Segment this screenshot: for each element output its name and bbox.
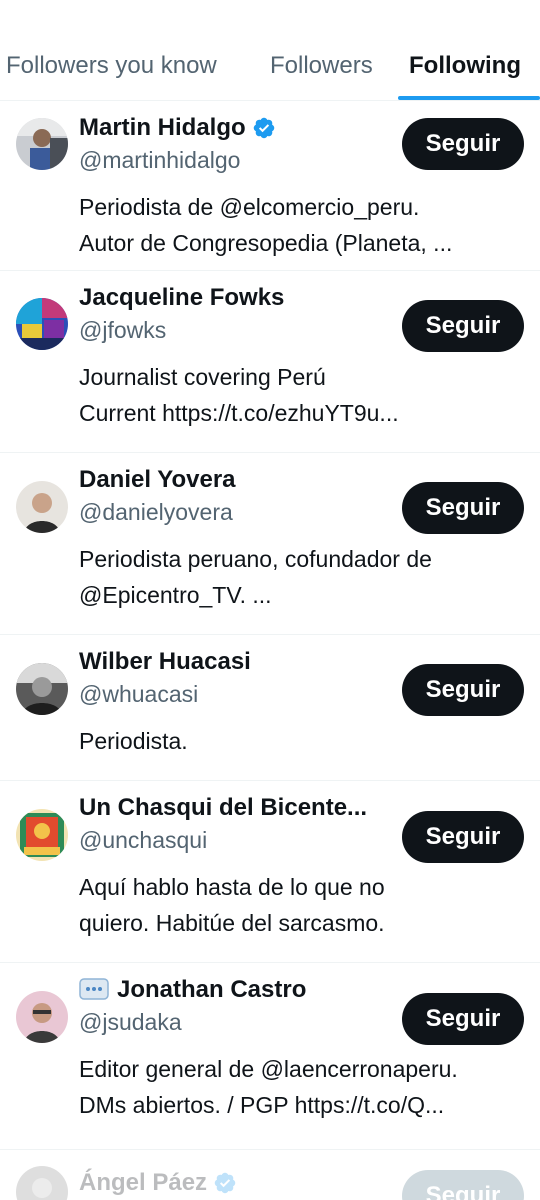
follow-button[interactable]: Seguir bbox=[402, 664, 524, 716]
avatar[interactable] bbox=[16, 298, 68, 350]
display-name[interactable]: Jonathan Castro bbox=[117, 976, 306, 1004]
list-item-danielyovera[interactable]: Daniel Yovera @danielyovera Periodista p… bbox=[0, 453, 540, 635]
name-line: Wilber Huacasi bbox=[79, 647, 251, 677]
bio: Periodista peruano, cofundador de @Epice… bbox=[79, 546, 432, 608]
verified-badge-icon bbox=[213, 1171, 237, 1195]
avatar[interactable] bbox=[16, 1166, 68, 1200]
avatar[interactable] bbox=[16, 991, 68, 1043]
display-name[interactable]: Martin Hidalgo bbox=[79, 114, 246, 142]
follow-button[interactable]: Seguir bbox=[402, 993, 524, 1045]
follow-button[interactable]: Seguir bbox=[402, 1170, 524, 1200]
list-item-unchasqui[interactable]: Un Chasqui del Bicente... @unchasqui Aqu… bbox=[0, 781, 540, 963]
tab-followers[interactable]: Followers bbox=[270, 52, 373, 80]
handle: @jsudaka bbox=[79, 1009, 182, 1035]
list-item-jfowks[interactable]: Jacqueline Fowks @jfowks Journalist cove… bbox=[0, 271, 540, 453]
display-name[interactable]: Un Chasqui del Bicente... bbox=[79, 794, 367, 822]
display-name[interactable]: Jacqueline Fowks bbox=[79, 284, 284, 312]
verified-badge-icon bbox=[252, 116, 276, 140]
bio: Editor general de @laencerronaperu. DMs … bbox=[79, 1056, 458, 1118]
name-line: Martin Hidalgo bbox=[79, 113, 276, 143]
follow-button[interactable]: Seguir bbox=[402, 811, 524, 863]
name-line: Un Chasqui del Bicente... bbox=[79, 793, 367, 823]
follow-button[interactable]: Seguir bbox=[402, 118, 524, 170]
bio: Periodista. bbox=[79, 728, 188, 754]
handle: @whuacasi bbox=[79, 681, 199, 707]
display-name[interactable]: Wilber Huacasi bbox=[79, 648, 251, 676]
follow-button[interactable]: Seguir bbox=[402, 300, 524, 352]
handle: @unchasqui bbox=[79, 827, 208, 853]
list-item-martinhidalgo[interactable]: Martin Hidalgo @martinhidalgo Periodista… bbox=[0, 101, 540, 271]
avatar[interactable] bbox=[16, 481, 68, 533]
name-line: Jacqueline Fowks bbox=[79, 283, 284, 313]
handle: @martinhidalgo bbox=[79, 147, 241, 173]
list-item-jsudaka[interactable]: Jonathan Castro @jsudaka Editor general … bbox=[0, 963, 540, 1150]
tab-followers-you-know[interactable]: Followers you know bbox=[6, 52, 217, 80]
follow-button[interactable]: Seguir bbox=[402, 482, 524, 534]
list-item-angelpaez[interactable]: Ángel Páez Seguir bbox=[0, 1150, 540, 1200]
list-item-whuacasi[interactable]: Wilber Huacasi @whuacasi Periodista. Seg… bbox=[0, 635, 540, 781]
active-tab-indicator bbox=[398, 96, 540, 100]
handle: @jfowks bbox=[79, 317, 167, 343]
avatar[interactable] bbox=[16, 118, 68, 170]
avatar[interactable] bbox=[16, 663, 68, 715]
speech-bubble-emoji-icon bbox=[79, 978, 109, 1002]
display-name[interactable]: Daniel Yovera bbox=[79, 466, 236, 494]
avatar[interactable] bbox=[16, 809, 68, 861]
bio: Journalist covering Perú Current https:/… bbox=[79, 364, 399, 426]
name-line: Ángel Páez bbox=[79, 1168, 237, 1198]
tab-following[interactable]: Following bbox=[409, 52, 521, 80]
bio: Periodista de @elcomercio_peru. Autor de… bbox=[79, 194, 453, 256]
name-line: Daniel Yovera bbox=[79, 465, 236, 495]
name-line: Jonathan Castro bbox=[79, 975, 306, 1005]
tab-bar: Followers you know Followers Following bbox=[0, 0, 540, 101]
bio: Aquí hablo hasta de lo que no quiero. Ha… bbox=[79, 874, 385, 936]
display-name[interactable]: Ángel Páez bbox=[79, 1169, 207, 1197]
handle: @danielyovera bbox=[79, 499, 233, 525]
